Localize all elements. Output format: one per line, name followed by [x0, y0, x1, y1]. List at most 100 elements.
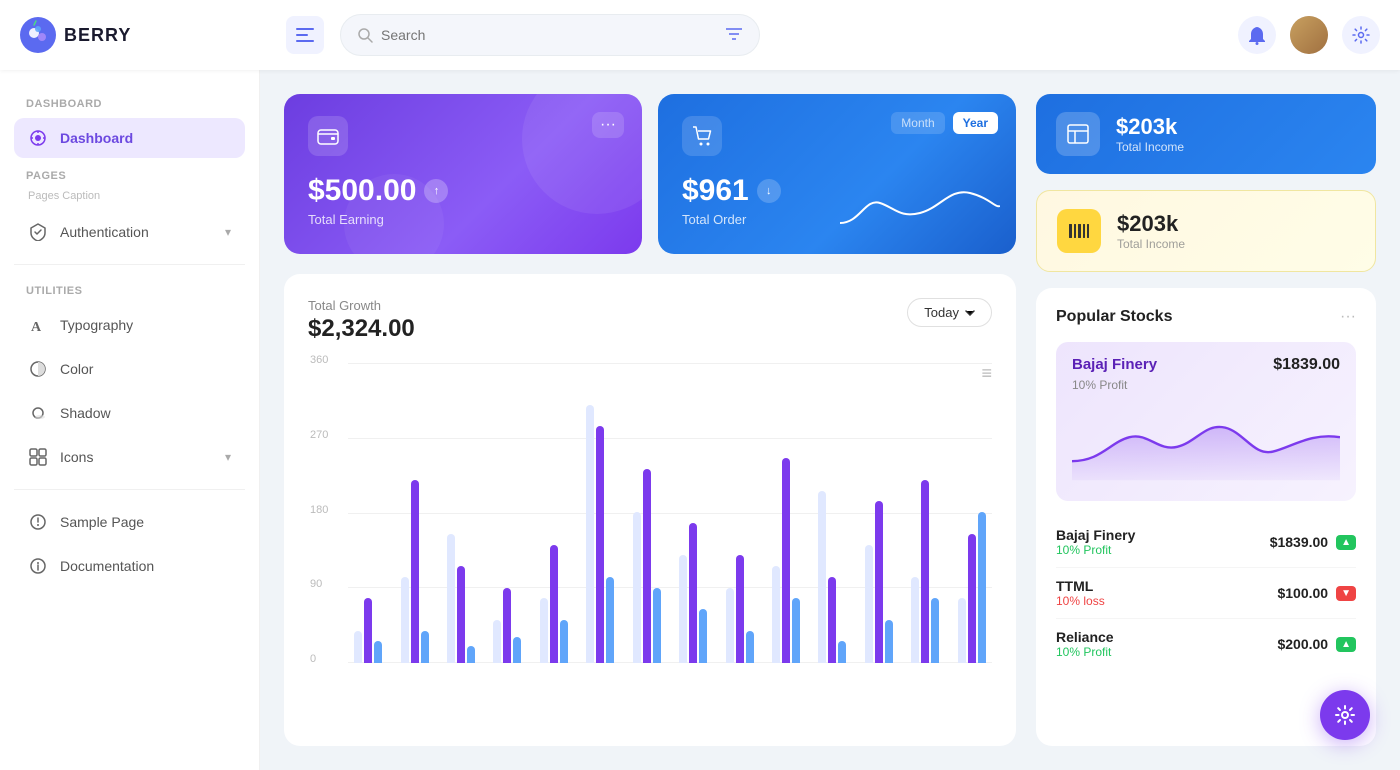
- content-left: ··· $500.00 ↑ Total Earning: [284, 94, 1016, 746]
- sidebar-item-documentation[interactable]: Documentation: [14, 546, 245, 586]
- notification-button[interactable]: [1238, 16, 1276, 54]
- income-blue-info: $203k Total Income: [1116, 114, 1184, 154]
- bar-group-4: [534, 363, 574, 663]
- sidebar-item-dashboard[interactable]: Dashboard: [14, 118, 245, 158]
- sidebar-divider-2: [14, 489, 245, 490]
- bar-blue-1: [421, 631, 429, 663]
- stock-change-0: 10% Profit: [1056, 543, 1135, 557]
- menu-button[interactable]: [286, 16, 324, 54]
- content-right: $203k Total Income $203k: [1036, 94, 1376, 746]
- stock-badge-1: ▼: [1336, 586, 1356, 601]
- sidebar-item-authentication[interactable]: Authentication ▾: [14, 212, 245, 252]
- shadow-icon: [28, 403, 48, 423]
- chart-header: Total Growth $2,324.00 Today: [308, 298, 992, 343]
- bar-group-7: [673, 363, 713, 663]
- card-earning-more-button[interactable]: ···: [592, 112, 624, 138]
- bar-light-0: [354, 631, 362, 663]
- logo-area: BERRY: [20, 17, 270, 53]
- stock-row-0[interactable]: Bajaj Finery10% Profit$1839.00▲: [1056, 517, 1356, 568]
- bar-light-4: [540, 598, 548, 663]
- chart-amount: $2,324.00: [308, 315, 415, 343]
- bar-purple-8: [736, 555, 744, 663]
- sidebar-item-sample-page[interactable]: Sample Page: [14, 502, 245, 542]
- bar-group-13: [951, 363, 991, 663]
- bar-purple-5: [596, 426, 604, 663]
- bar-light-6: [633, 512, 641, 663]
- bar-blue-12: [931, 598, 939, 663]
- card-earning-amount: $500.00 ↑: [308, 174, 618, 208]
- sidebar-item-icons[interactable]: Icons ▾: [14, 437, 245, 477]
- bar-group-5: [580, 363, 620, 663]
- barcode-icon: [1067, 219, 1091, 243]
- dropdown-icon: [965, 310, 975, 316]
- toggle-year-button[interactable]: Year: [953, 112, 998, 134]
- bar-purple-12: [921, 480, 929, 663]
- stock-name-2: Reliance: [1056, 629, 1114, 645]
- icons-chevron: ▾: [225, 450, 231, 464]
- bell-icon: [1248, 25, 1266, 45]
- stock-row-1[interactable]: TTML10% loss$100.00▼: [1056, 568, 1356, 619]
- bar-purple-10: [828, 577, 836, 663]
- stock-row-2[interactable]: Reliance10% Profit$200.00▲: [1056, 619, 1356, 669]
- svg-text:A: A: [31, 320, 42, 334]
- bar-group-3: [487, 363, 527, 663]
- documentation-label: Documentation: [60, 558, 154, 574]
- stock-change-1: 10% loss: [1056, 594, 1105, 608]
- toggle-month-button[interactable]: Month: [891, 112, 944, 134]
- table-icon: [1066, 122, 1090, 146]
- sidebar-item-typography[interactable]: A Typography: [14, 305, 245, 345]
- stocks-more-button[interactable]: ···: [1340, 308, 1356, 326]
- bar-group-1: [394, 363, 434, 663]
- documentation-icon: [28, 556, 48, 576]
- filter-button[interactable]: [725, 26, 743, 45]
- color-label: Color: [60, 361, 93, 377]
- card-total-order: Month Year $961 ↓ Total Order: [658, 94, 1016, 254]
- bar-group-12: [905, 363, 945, 663]
- stock-name-0: Bajaj Finery: [1056, 527, 1135, 543]
- search-input[interactable]: [381, 27, 717, 43]
- sidebar-item-shadow[interactable]: Shadow: [14, 393, 245, 433]
- avatar-image: [1290, 16, 1328, 54]
- main-layout: Dashboard Dashboard Pages Pages Caption: [0, 70, 1400, 770]
- sidebar-item-dashboard-label: Dashboard: [60, 130, 133, 146]
- income-yellow-label: Total Income: [1117, 237, 1185, 251]
- stock-price-2: $200.00: [1277, 636, 1328, 652]
- bar-purple-2: [457, 566, 465, 663]
- stat-cards-row: ··· $500.00 ↑ Total Earning: [284, 94, 1016, 254]
- bar-blue-4: [560, 620, 568, 663]
- bar-group-2: [441, 363, 481, 663]
- featured-stock-name: Bajaj Finery: [1072, 356, 1157, 373]
- income-yellow-amount: $203k: [1117, 211, 1185, 237]
- stocks-header: Popular Stocks ···: [1056, 308, 1356, 326]
- filter-icon: [725, 26, 743, 42]
- bar-purple-11: [875, 501, 883, 663]
- sidebar-item-color[interactable]: Color: [14, 349, 245, 389]
- fab-settings-button[interactable]: [1320, 690, 1370, 740]
- bar-blue-11: [885, 620, 893, 663]
- typography-icon: A: [28, 315, 48, 335]
- bar-light-13: [958, 598, 966, 663]
- chart-area: ≡ 360 270 180 90 0: [308, 363, 992, 663]
- dashboard-section-label: Dashboard: [14, 90, 245, 114]
- today-filter-button[interactable]: Today: [907, 298, 992, 327]
- chart-card: Total Growth $2,324.00 Today ≡ 360 270 1…: [284, 274, 1016, 746]
- bar-purple-7: [689, 523, 697, 663]
- shopping-icon: [691, 125, 713, 147]
- authentication-label: Authentication: [60, 224, 149, 240]
- color-icon: [28, 359, 48, 379]
- featured-stock-header: Bajaj Finery $1839.00: [1072, 356, 1340, 374]
- bar-blue-9: [792, 598, 800, 663]
- chart-title: Total Growth: [308, 298, 415, 313]
- card-earning-icon-wrap: [308, 116, 348, 156]
- avatar[interactable]: [1290, 16, 1328, 54]
- settings-button[interactable]: [1342, 16, 1380, 54]
- topbar-right: [1238, 16, 1380, 54]
- bar-blue-10: [838, 641, 846, 663]
- chart-info: Total Growth $2,324.00: [308, 298, 415, 343]
- popular-stocks-card: Popular Stocks ··· Bajaj Finery $1839.00…: [1036, 288, 1376, 746]
- bar-light-8: [726, 588, 734, 663]
- featured-stock-chart: [1072, 402, 1340, 482]
- bar-blue-13: [978, 512, 986, 663]
- bar-light-11: [865, 545, 873, 663]
- dashboard-icon: [28, 128, 48, 148]
